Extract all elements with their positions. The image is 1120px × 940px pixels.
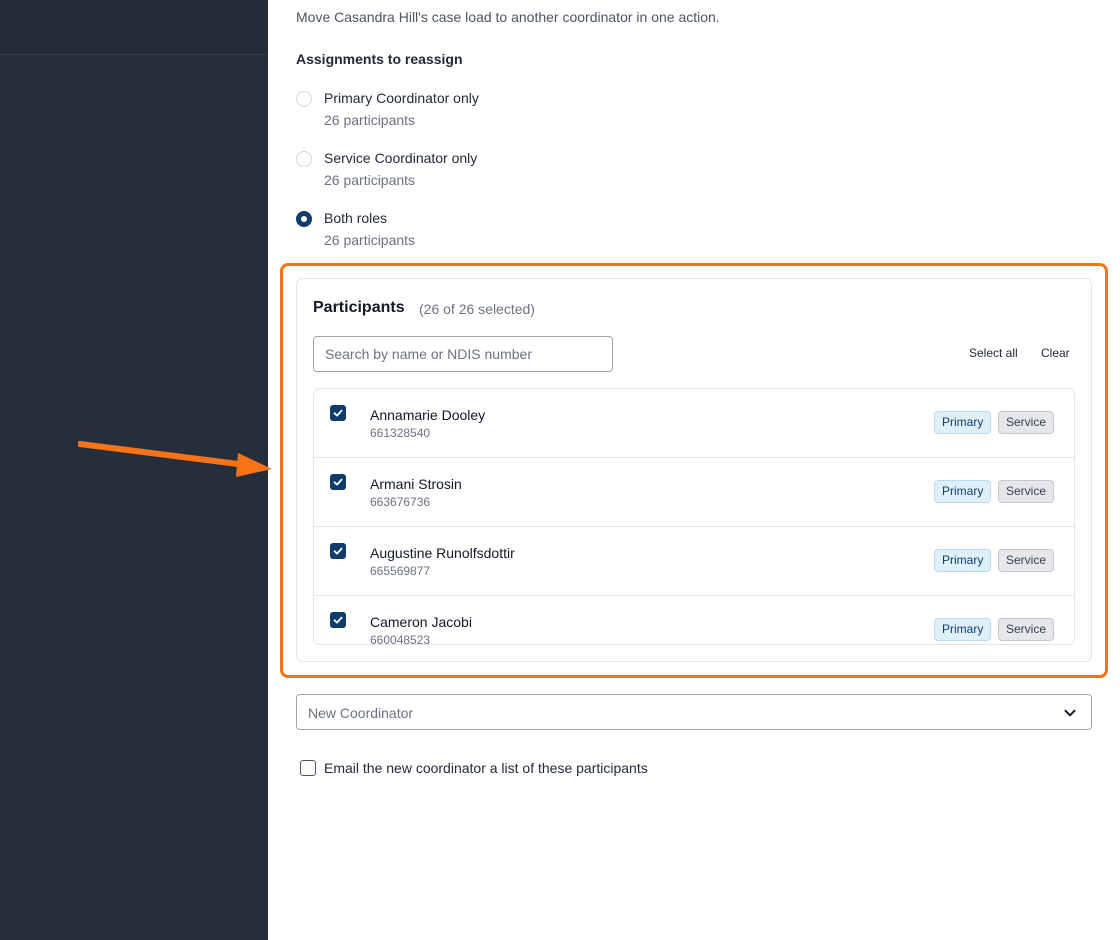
orange-arrow-icon [78, 441, 272, 477]
email-coordinator-option[interactable]: Email the new coordinator a list of thes… [300, 759, 800, 779]
participant-name: Annamarie Dooley [370, 407, 486, 423]
sidebar-header [0, 0, 268, 55]
participant-row[interactable]: Augustine Runolfsdottir 665569877 Primar… [314, 527, 1074, 596]
checkmark-icon [333, 547, 343, 555]
checkmark-icon [333, 409, 343, 417]
service-badge: Service [998, 549, 1055, 572]
checkmark-icon [333, 478, 343, 486]
assignments-label: Assignments to reassign [296, 51, 463, 67]
participant-row[interactable]: Annamarie Dooley 661328540 Primary Servi… [314, 389, 1074, 458]
participant-name: Cameron Jacobi [370, 614, 472, 630]
participant-ndis-number: 660048523 [370, 633, 431, 645]
radio-primary-only[interactable]: Primary Coordinator only 26 participants [296, 89, 696, 137]
checkmark-icon [333, 616, 343, 624]
participant-checkbox[interactable] [330, 612, 346, 628]
primary-badge: Primary [934, 618, 992, 641]
participant-row[interactable]: Armani Strosin 663676736 Primary Service [314, 458, 1074, 527]
primary-badge: Primary [934, 411, 992, 434]
participant-name: Armani Strosin [370, 476, 462, 492]
participant-row[interactable]: Cameron Jacobi 660048523 Primary Service [314, 596, 1074, 645]
email-checkbox[interactable] [300, 760, 316, 776]
radio-participant-count: 26 participants [324, 232, 416, 248]
primary-badge: Primary [934, 549, 992, 572]
radio-participant-count: 26 participants [324, 112, 416, 128]
radio-service-only[interactable]: Service Coordinator only 26 participants [296, 149, 696, 197]
radio-label: Both roles [324, 210, 388, 226]
participant-ndis-number: 665569877 [370, 564, 431, 578]
participant-list[interactable]: Annamarie Dooley 661328540 Primary Servi… [313, 388, 1075, 645]
participant-ndis-number: 663676736 [370, 495, 431, 509]
service-badge: Service [998, 618, 1055, 641]
service-badge: Service [998, 411, 1055, 434]
select-all-button[interactable]: Select all [969, 346, 1018, 360]
participant-checkbox[interactable] [330, 405, 346, 421]
radio-button-selected[interactable] [296, 211, 312, 227]
participants-selected-count: (26 of 26 selected) [419, 301, 535, 317]
radio-both-roles[interactable]: Both roles 26 participants [296, 209, 696, 257]
new-coordinator-placeholder: New Coordinator [308, 705, 414, 721]
participant-checkbox[interactable] [330, 543, 346, 559]
radio-participant-count: 26 participants [324, 172, 416, 188]
radio-label: Primary Coordinator only [324, 90, 479, 106]
chevron-down-icon [1064, 709, 1076, 717]
primary-badge: Primary [934, 480, 992, 503]
panel-description: Move Casandra Hill's case load to anothe… [296, 9, 720, 25]
new-coordinator-select[interactable]: New Coordinator [296, 694, 1092, 730]
email-checkbox-label: Email the new coordinator a list of thes… [324, 760, 648, 776]
reassign-panel: Move Casandra Hill's case load to anothe… [268, 0, 1120, 940]
radio-button[interactable] [296, 91, 312, 107]
participants-title: Participants [313, 299, 405, 316]
radio-button[interactable] [296, 151, 312, 167]
participant-ndis-number: 661328540 [370, 426, 431, 440]
clear-button[interactable]: Clear [1041, 346, 1070, 360]
participant-name: Augustine Runolfsdottir [370, 545, 515, 561]
participant-search-input[interactable] [313, 336, 613, 372]
participants-card: Participants (26 of 26 selected) Select … [296, 278, 1092, 662]
radio-label: Service Coordinator only [324, 150, 478, 166]
service-badge: Service [998, 480, 1055, 503]
participant-checkbox[interactable] [330, 474, 346, 490]
